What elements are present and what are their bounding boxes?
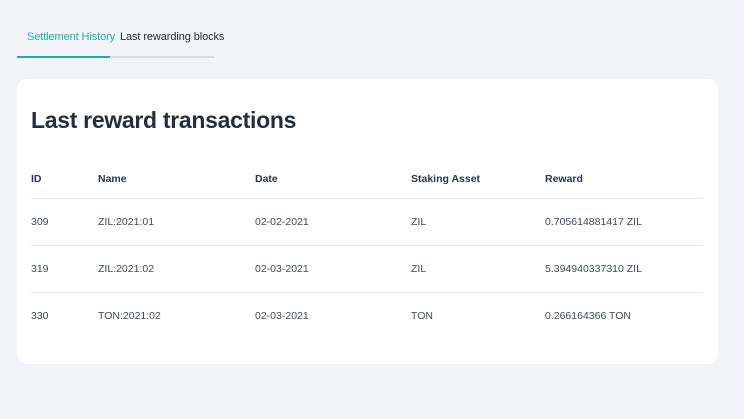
cell-staking-asset: ZIL (411, 216, 427, 228)
reward-transactions-table: ID Name Date Staking Asset Reward 309 ZI… (31, 159, 703, 339)
table-row: 309 ZIL:2021:01 02-02-2021 ZIL 0.7056148… (31, 199, 703, 246)
reward-transactions-card: Last reward transactions ID Name Date St… (17, 79, 718, 364)
cell-date: 02-03-2021 (255, 263, 309, 275)
cell-staking-asset: TON (411, 310, 433, 322)
cell-reward: 0.705614881417 ZIL (545, 216, 642, 228)
cell-reward: 0.266164366 TON (545, 310, 632, 322)
cell-date: 02-03-2021 (255, 310, 309, 322)
card-title: Last reward transactions (31, 107, 297, 133)
tab-bar: Settlement History Last rewarding blocks (17, 20, 224, 58)
tab-last-rewarding-blocks[interactable]: Last rewarding blocks (110, 20, 224, 58)
column-header-name: Name (98, 172, 127, 185)
cell-name: TON:2021:02 (98, 310, 161, 322)
cell-id: 319 (31, 263, 49, 275)
column-header-date: Date (255, 172, 278, 185)
cell-reward: 5.394940337310 ZIL (545, 263, 642, 275)
cell-id: 330 (31, 310, 49, 322)
cell-name: ZIL:2021:01 (98, 216, 155, 228)
cell-staking-asset: ZIL (411, 263, 427, 275)
tab-settlement-history[interactable]: Settlement History (17, 20, 115, 58)
cell-name: ZIL:2021:02 (98, 263, 155, 275)
column-header-staking-asset: Staking Asset (411, 172, 481, 185)
column-header-reward: Reward (545, 172, 583, 185)
table-row: 319 ZIL:2021:02 02-03-2021 ZIL 5.3949403… (31, 246, 703, 293)
table-header-row: ID Name Date Staking Asset Reward (31, 159, 703, 199)
table-row: 330 TON:2021:02 02-03-2021 TON 0.2661643… (31, 293, 703, 339)
cell-date: 02-02-2021 (255, 216, 309, 228)
column-header-id: ID (31, 172, 42, 185)
cell-id: 309 (31, 216, 49, 228)
